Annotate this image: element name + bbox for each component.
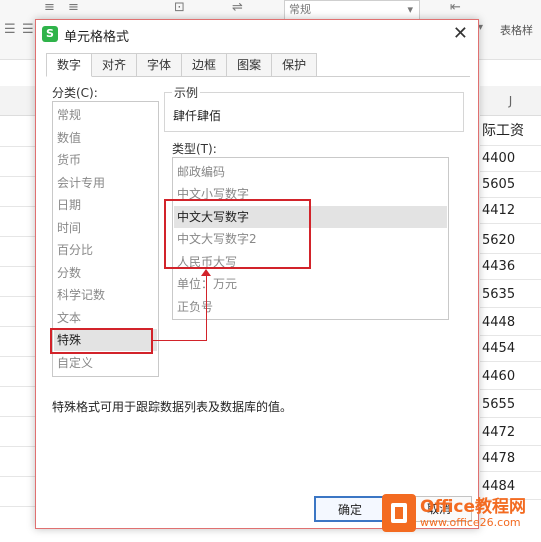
row-divider: [0, 176, 38, 177]
office-logo-icon: [382, 494, 416, 532]
table-cell[interactable]: 5655: [480, 392, 541, 418]
align-center-icon[interactable]: ☰: [22, 22, 34, 37]
highlight-box-category: [50, 328, 153, 354]
table-cell[interactable]: 5605: [480, 172, 541, 198]
table-style-label[interactable]: 表格样: [500, 22, 533, 38]
wrap-icon[interactable]: ⇌: [232, 0, 243, 15]
sample-value: 肆仟肆佰: [173, 109, 222, 123]
chevron-down-icon: ▾: [407, 3, 413, 16]
table-cell[interactable]: 4472: [480, 420, 541, 446]
table-cell[interactable]: 4412: [480, 198, 541, 224]
tab-number[interactable]: 数字: [46, 53, 93, 77]
align-middle-icon[interactable]: ≡: [68, 0, 79, 15]
row-divider: [0, 356, 38, 357]
align-top-icon[interactable]: ≡: [44, 0, 55, 15]
dialog-tabs: 数字 对齐 字体 边框 图案 保护: [46, 53, 318, 77]
number-format-value: 常规: [289, 3, 311, 16]
row-divider: [0, 386, 38, 387]
row-divider: [0, 326, 38, 327]
table-cell[interactable]: 4478: [480, 446, 541, 472]
row-divider: [0, 446, 38, 447]
category-item-fraction[interactable]: 分数: [57, 262, 153, 284]
highlight-box-types: [164, 199, 311, 269]
row-divider: [0, 146, 38, 147]
tab-border[interactable]: 边框: [181, 53, 228, 77]
watermark-url: www.office26.com: [420, 516, 521, 529]
category-item-currency[interactable]: 货币: [57, 149, 153, 171]
category-item-time[interactable]: 时间: [57, 217, 153, 239]
tab-font[interactable]: 字体: [136, 53, 183, 77]
dialog-titlebar[interactable]: S 单元格格式 ✕: [36, 20, 478, 48]
format-description: 特殊格式可用于跟踪数据列表及数据库的值。: [52, 400, 293, 414]
format-cells-dialog: S 单元格格式 ✕ 数字 对齐 字体 边框 图案 保护 分类(C): 常规 数值…: [35, 19, 479, 529]
table-cell[interactable]: 4448: [480, 310, 541, 336]
watermark-title: Office教程网: [420, 497, 527, 517]
category-item-custom[interactable]: 自定义: [57, 352, 153, 374]
decimal-icon[interactable]: ⇤: [450, 0, 461, 15]
tab-pattern[interactable]: 图案: [226, 53, 273, 77]
table-cell[interactable]: 5620: [480, 228, 541, 254]
sample-label: 示例: [172, 84, 201, 101]
arrow-up-icon: [201, 269, 211, 276]
row-divider: [0, 296, 38, 297]
category-item-general[interactable]: 常规: [57, 104, 153, 126]
type-item-postal-code[interactable]: 邮政编码: [177, 161, 447, 183]
type-item-sign[interactable]: 正负号: [177, 296, 447, 318]
row-header-corner: [0, 86, 38, 116]
tab-alignment[interactable]: 对齐: [91, 53, 138, 77]
row-divider: [0, 476, 38, 477]
watermark: Office教程网 www.office26.com: [382, 490, 538, 536]
tab-protection[interactable]: 保护: [271, 53, 318, 77]
row-divider: [0, 266, 38, 267]
number-format-select[interactable]: 常规 ▾: [284, 0, 420, 20]
category-item-accounting[interactable]: 会计专用: [57, 172, 153, 194]
annotation-connector-v: [206, 276, 207, 341]
merge-icon[interactable]: ⊡: [174, 0, 185, 15]
row-divider: [0, 206, 38, 207]
type-item-unit-wan[interactable]: 单位：万元: [177, 273, 447, 295]
ok-button[interactable]: 确定: [314, 496, 386, 522]
dialog-title: 单元格格式: [64, 30, 130, 45]
category-item-number[interactable]: 数值: [57, 127, 153, 149]
table-cell[interactable]: 4436: [480, 254, 541, 280]
table-cell[interactable]: 4400: [480, 146, 541, 172]
table-cell[interactable]: 4460: [480, 364, 541, 390]
row-divider: [0, 416, 38, 417]
close-icon[interactable]: ✕: [453, 23, 468, 44]
table-cell[interactable]: 4454: [480, 336, 541, 362]
wps-spreadsheet-icon: S: [42, 26, 58, 42]
column-title-cell[interactable]: 际工资: [480, 116, 541, 146]
align-left-icon[interactable]: ☰: [4, 22, 16, 37]
row-divider: [0, 506, 38, 507]
column-header-j[interactable]: J: [480, 86, 541, 116]
category-item-date[interactable]: 日期: [57, 194, 153, 216]
row-divider: [0, 236, 38, 237]
category-label: 分类(C):: [52, 86, 98, 100]
table-cell[interactable]: 5635: [480, 282, 541, 308]
annotation-connector-h: [153, 340, 207, 341]
category-item-percentage[interactable]: 百分比: [57, 239, 153, 261]
category-item-text[interactable]: 文本: [57, 307, 153, 329]
category-item-scientific[interactable]: 科学记数: [57, 284, 153, 306]
tab-panel-border: [46, 76, 470, 77]
type-label: 类型(T):: [172, 142, 217, 156]
